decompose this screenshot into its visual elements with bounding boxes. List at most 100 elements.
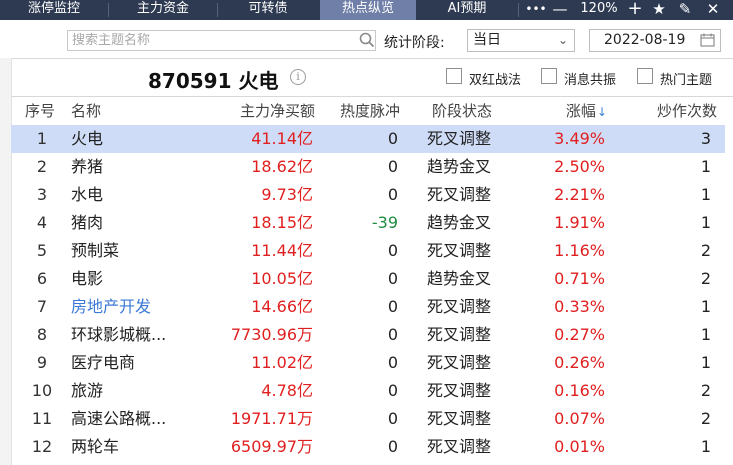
tab-main-capital[interactable]: 主力资金	[109, 0, 217, 20]
row-stage: 死叉调整	[427, 409, 492, 428]
row-hype-count: 1	[700, 297, 711, 316]
row-net-buy: 6509.97万	[230, 437, 313, 456]
header-name[interactable]: 名称	[71, 97, 101, 125]
table-row[interactable]: 3 水电 9.73亿 0 死叉调整 2.21% 1	[11, 181, 725, 209]
row-change: 0.07%	[554, 409, 605, 428]
news-resonance-label[interactable]: 消息共振	[564, 69, 616, 88]
row-heat-pulse: 0	[387, 381, 398, 400]
header-hype-count[interactable]: 炒作次数	[657, 97, 717, 125]
row-heat-pulse: 0	[387, 129, 398, 148]
row-stage: 死叉调整	[427, 353, 492, 372]
row-index: 2	[36, 157, 48, 176]
add-icon[interactable]: +	[626, 0, 644, 20]
table-row[interactable]: 1 火电 41.14亿 0 死叉调整 3.49% 3	[11, 125, 725, 153]
tab-ai-forecast[interactable]: AI预期	[416, 0, 518, 20]
row-index: 10	[31, 381, 53, 400]
row-net-buy: 11.02亿	[251, 353, 313, 372]
row-hype-count: 1	[700, 157, 711, 176]
row-index: 11	[31, 409, 53, 428]
period-value: 当日	[473, 32, 501, 48]
header-change[interactable]: 涨幅↓	[566, 97, 607, 125]
period-label: 统计阶段:	[384, 35, 445, 51]
row-net-buy: 18.62亿	[251, 157, 313, 176]
zoom-level[interactable]: 120%	[577, 0, 621, 20]
row-theme-name: 水电	[71, 185, 104, 204]
hot-theme-checkbox[interactable]	[637, 68, 653, 84]
row-hype-count: 2	[700, 409, 711, 428]
double-red-label[interactable]: 双红战法	[469, 69, 521, 88]
hot-theme-label[interactable]: 热门主题	[660, 69, 712, 88]
row-heat-pulse: 0	[387, 157, 398, 176]
row-hype-count: 1	[700, 325, 711, 344]
table-row[interactable]: 7 房地产开发 14.66亿 0 死叉调整 0.33% 1	[11, 293, 725, 321]
row-theme-name: 养猪	[71, 157, 104, 176]
row-theme-name: 医疗电商	[71, 353, 136, 372]
table-row[interactable]: 5 预制菜 11.44亿 0 死叉调整 1.16% 2	[11, 237, 725, 265]
header-stage[interactable]: 阶段状态	[432, 97, 492, 125]
edit-icon[interactable]: ✎	[676, 0, 694, 20]
period-select[interactable]: 当日 ⌄	[467, 29, 575, 52]
row-heat-pulse: -39	[371, 213, 398, 232]
row-change: 0.26%	[554, 353, 605, 372]
header-heat-pulse[interactable]: 热度脉冲	[340, 97, 400, 125]
info-icon[interactable]: i	[290, 69, 306, 85]
row-change: 0.33%	[554, 297, 605, 316]
row-hype-count: 1	[700, 213, 711, 232]
row-theme-name: 环球影城概...	[71, 325, 167, 344]
chevron-down-icon: ⌄	[557, 33, 568, 47]
row-stage: 趋势金叉	[427, 213, 492, 232]
star-icon[interactable]: ★	[650, 0, 668, 20]
more-icon[interactable]: •••	[524, 0, 548, 20]
table-row[interactable]: 8 环球影城概... 7730.96万 0 死叉调整 0.27% 1	[11, 321, 725, 349]
row-index: 4	[36, 213, 48, 232]
minimize-icon[interactable]: —	[551, 0, 569, 20]
tab-hot-overview[interactable]: 热点纵览	[320, 0, 416, 20]
row-change: 3.49%	[554, 129, 605, 148]
table-row[interactable]: 4 猪肉 18.15亿 -39 趋势金叉 1.91% 1	[11, 209, 725, 237]
news-resonance-checkbox[interactable]	[541, 68, 557, 84]
row-hype-count: 1	[700, 353, 711, 372]
table-row[interactable]: 6 电影 10.05亿 0 趋势金叉 0.71% 2	[11, 265, 725, 293]
tab-convertible-bond[interactable]: 可转债	[218, 0, 318, 20]
tab-limit-up-monitor[interactable]: 涨停监控	[0, 0, 108, 20]
header-index[interactable]: 序号	[25, 97, 55, 125]
table-row[interactable]: 2 养猪 18.62亿 0 趋势金叉 2.50% 1	[11, 153, 725, 181]
theme-search-input[interactable]	[67, 30, 376, 51]
table-row[interactable]: 9 医疗电商 11.02亿 0 死叉调整 0.26% 1	[11, 349, 725, 377]
row-theme-name: 两轮车	[71, 437, 120, 456]
row-index: 9	[36, 353, 48, 372]
row-theme-name[interactable]: 房地产开发	[71, 293, 151, 321]
row-stage: 死叉调整	[427, 241, 492, 260]
row-theme-name: 电影	[71, 269, 104, 288]
table-row[interactable]: 12 两轮车 6509.97万 0 死叉调整 0.01% 1	[11, 433, 725, 461]
row-heat-pulse: 0	[387, 241, 398, 260]
row-change: 2.50%	[554, 157, 605, 176]
row-hype-count: 1	[700, 437, 711, 456]
row-stage: 死叉调整	[427, 297, 492, 316]
row-net-buy: 1971.71万	[230, 409, 313, 428]
date-picker[interactable]: 2022-08-19	[589, 29, 721, 52]
row-hype-count: 2	[700, 269, 711, 288]
row-hype-count: 1	[700, 185, 711, 204]
row-stage: 死叉调整	[427, 129, 492, 148]
table-row[interactable]: 11 高速公路概... 1971.71万 0 死叉调整 0.07% 2	[11, 405, 725, 433]
top-tab-bar: 涨停监控 主力资金 可转债 热点纵览 AI预期 ••• — 120% + ★ ✎…	[0, 0, 733, 20]
row-stage: 死叉调整	[427, 381, 492, 400]
row-hype-count: 3	[700, 129, 711, 148]
row-index: 1	[36, 129, 48, 148]
search-icon[interactable]	[358, 31, 376, 49]
row-hype-count: 2	[700, 241, 711, 260]
row-net-buy: 4.78亿	[261, 381, 313, 400]
row-stage: 死叉调整	[427, 325, 492, 344]
row-change: 1.91%	[554, 213, 605, 232]
row-index: 5	[36, 241, 48, 260]
tab-divider	[518, 3, 519, 17]
date-value: 2022-08-19	[604, 32, 686, 48]
close-icon[interactable]: ✕	[703, 0, 723, 20]
table-row[interactable]: 10 旅游 4.78亿 0 死叉调整 0.16% 2	[11, 377, 725, 405]
row-index: 12	[31, 437, 53, 456]
header-net-buy[interactable]: 主力净买额	[240, 97, 315, 125]
row-theme-name: 预制菜	[71, 241, 120, 260]
double-red-checkbox[interactable]	[446, 68, 462, 84]
row-heat-pulse: 0	[387, 353, 398, 372]
